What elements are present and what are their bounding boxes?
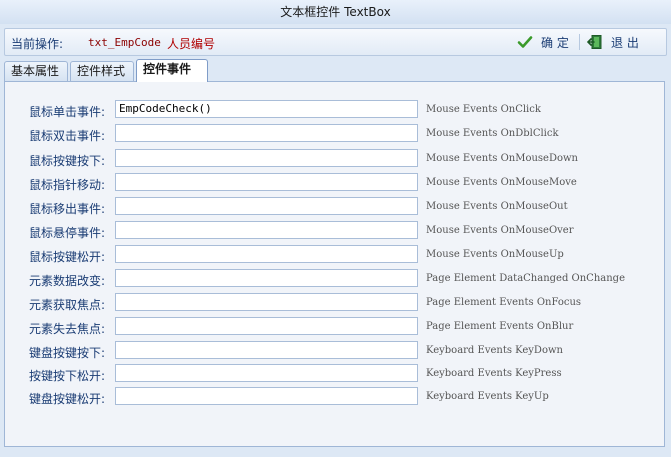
exit-button[interactable]: 退 出 [587,32,639,52]
event-hint: Mouse Events OnMouseMove [426,177,577,188]
event-label: 元素失去焦点: [29,322,106,336]
event-hint: Keyboard Events KeyUp [426,391,549,402]
confirm-label: 确 定 [541,35,569,50]
onchange-input[interactable] [115,269,418,287]
event-hint: Keyboard Events KeyDown [426,345,563,356]
checkmark-icon [517,36,533,48]
event-row: 鼠标悬停事件: Mouse Events OnMouseOver [5,221,666,241]
onmouseout-input[interactable] [115,197,418,215]
event-label: 鼠标单击事件: [29,105,106,119]
onblur-input[interactable] [115,317,418,335]
keypress-input[interactable] [115,364,418,382]
tab-control-style[interactable]: 控件样式 [70,61,134,81]
event-row: 键盘按键松开: Keyboard Events KeyUp [5,387,666,407]
operation-field-name: 人员编号 [167,37,216,51]
keydown-input[interactable] [115,341,418,359]
event-label: 鼠标移出事件: [29,202,106,216]
window-title: 文本框控件 TextBox [0,0,671,25]
operation-bar: 当前操作: txt_EmpCode 人员编号 确 定 退 出 [4,28,667,56]
event-label: 键盘按键按下: [29,346,106,360]
event-label: 鼠标双击事件: [29,129,106,143]
event-label: 鼠标按键按下: [29,154,106,168]
toolbar-divider [579,34,580,50]
onmouseup-input[interactable] [115,245,418,263]
event-hint: Page Element Events OnBlur [426,321,574,332]
event-row: 键盘按键按下: Keyboard Events KeyDown [5,341,666,361]
event-hint: Keyboard Events KeyPress [426,368,562,379]
operation-field-id: txt_EmpCode [88,36,161,49]
event-row: 按键按下松开: Keyboard Events KeyPress [5,364,666,384]
onmouseover-input[interactable] [115,221,418,239]
event-row: 鼠标按键松开: Mouse Events OnMouseUp [5,245,666,265]
confirm-button[interactable]: 确 定 [517,32,569,52]
event-hint: Page Element DataChanged OnChange [426,273,625,284]
keyup-input[interactable] [115,387,418,405]
event-hint: Mouse Events OnMouseUp [426,249,564,260]
onmousemove-input[interactable] [115,173,418,191]
ondblclick-input[interactable] [115,124,418,142]
event-hint: Mouse Events OnMouseOut [426,201,568,212]
event-hint: Mouse Events OnDblClick [426,128,559,139]
onclick-input[interactable]: EmpCodeCheck() [115,100,418,118]
event-row: 元素获取焦点: Page Element Events OnFocus [5,293,666,313]
onfocus-input[interactable] [115,293,418,311]
event-row: 元素数据改变: Page Element DataChanged OnChang… [5,269,666,289]
event-label: 鼠标按键松开: [29,250,106,264]
event-row: 鼠标移出事件: Mouse Events OnMouseOut [5,197,666,217]
exit-door-icon [587,35,602,49]
event-label: 元素数据改变: [29,274,106,288]
tab-strip: 基本属性 控件样式 控件事件 [4,59,665,82]
events-panel: 鼠标单击事件: EmpCodeCheck() Mouse Events OnCl… [4,81,665,447]
event-hint: Page Element Events OnFocus [426,297,582,308]
event-label: 鼠标指针移动: [29,178,106,192]
tab-basic-properties[interactable]: 基本属性 [4,61,68,81]
event-row: 鼠标指针移动: Mouse Events OnMouseMove [5,173,666,193]
exit-label: 退 出 [611,35,639,50]
event-row: 鼠标按键按下: Mouse Events OnMouseDown [5,149,666,169]
event-label: 按键按下松开: [29,369,106,383]
tab-control-events[interactable]: 控件事件 [136,59,208,82]
event-label: 元素获取焦点: [29,298,106,312]
event-row: 鼠标双击事件: Mouse Events OnDblClick [5,124,666,144]
operation-label: 当前操作: [11,37,64,51]
event-row: 鼠标单击事件: EmpCodeCheck() Mouse Events OnCl… [5,100,666,120]
event-hint: Mouse Events OnClick [426,104,541,115]
event-hint: Mouse Events OnMouseDown [426,153,578,164]
event-label: 键盘按键松开: [29,392,106,406]
dialog-body: 当前操作: txt_EmpCode 人员编号 确 定 退 出 基本属性 控件样式… [0,24,671,457]
event-hint: Mouse Events OnMouseOver [426,225,574,236]
onmousedown-input[interactable] [115,149,418,167]
event-row: 元素失去焦点: Page Element Events OnBlur [5,317,666,337]
event-label: 鼠标悬停事件: [29,226,106,240]
